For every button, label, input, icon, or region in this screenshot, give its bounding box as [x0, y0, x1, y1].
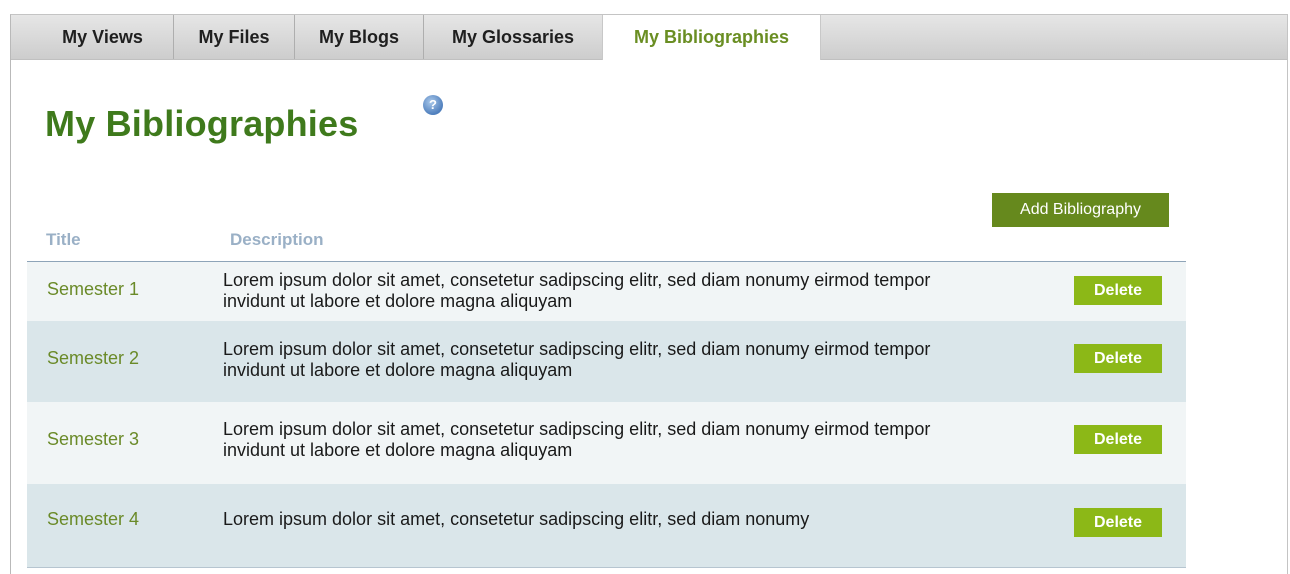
tab-bar: My Views My Files My Blogs My Glossaries…	[11, 15, 1287, 60]
delete-button[interactable]: Delete	[1074, 344, 1162, 373]
add-bibliography-button[interactable]: Add Bibliography	[992, 193, 1169, 227]
page-title: My Bibliographies	[45, 103, 359, 144]
tab-my-glossaries[interactable]: My Glossaries	[424, 15, 602, 59]
tab-my-blogs[interactable]: My Blogs	[295, 15, 424, 59]
table-row: Semester 4 Lorem ipsum dolor sit amet, c…	[27, 484, 1186, 567]
column-header-description: Description	[230, 230, 324, 249]
bibliography-description: Lorem ipsum dolor sit amet, consetetur s…	[223, 270, 931, 311]
delete-button[interactable]: Delete	[1074, 425, 1162, 454]
main-frame: My Views My Files My Blogs My Glossaries…	[10, 14, 1288, 574]
bibliography-title-link[interactable]: Semester 2	[47, 348, 139, 369]
tab-my-bibliographies[interactable]: My Bibliographies	[602, 15, 821, 60]
delete-button[interactable]: Delete	[1074, 276, 1162, 305]
bibliographies-table: Semester 1 Lorem ipsum dolor sit amet, c…	[27, 261, 1186, 568]
bibliography-description: Lorem ipsum dolor sit amet, consetetur s…	[223, 419, 931, 460]
tab-my-views[interactable]: My Views	[32, 15, 174, 59]
tab-my-files[interactable]: My Files	[174, 15, 295, 59]
table-row: Semester 3 Lorem ipsum dolor sit amet, c…	[27, 402, 1186, 484]
bibliography-description: Lorem ipsum dolor sit amet, consetetur s…	[223, 339, 931, 380]
bibliography-title-link[interactable]: Semester 1	[47, 279, 139, 300]
help-icon[interactable]: ?	[423, 95, 443, 115]
column-header-title: Title	[46, 230, 81, 249]
table-row: Semester 1 Lorem ipsum dolor sit amet, c…	[27, 262, 1186, 321]
delete-button[interactable]: Delete	[1074, 508, 1162, 537]
bibliography-title-link[interactable]: Semester 3	[47, 429, 139, 450]
bibliography-title-link[interactable]: Semester 4	[47, 509, 139, 530]
bibliography-description: Lorem ipsum dolor sit amet, consetetur s…	[223, 509, 810, 529]
table-row: Semester 2 Lorem ipsum dolor sit amet, c…	[27, 321, 1186, 402]
